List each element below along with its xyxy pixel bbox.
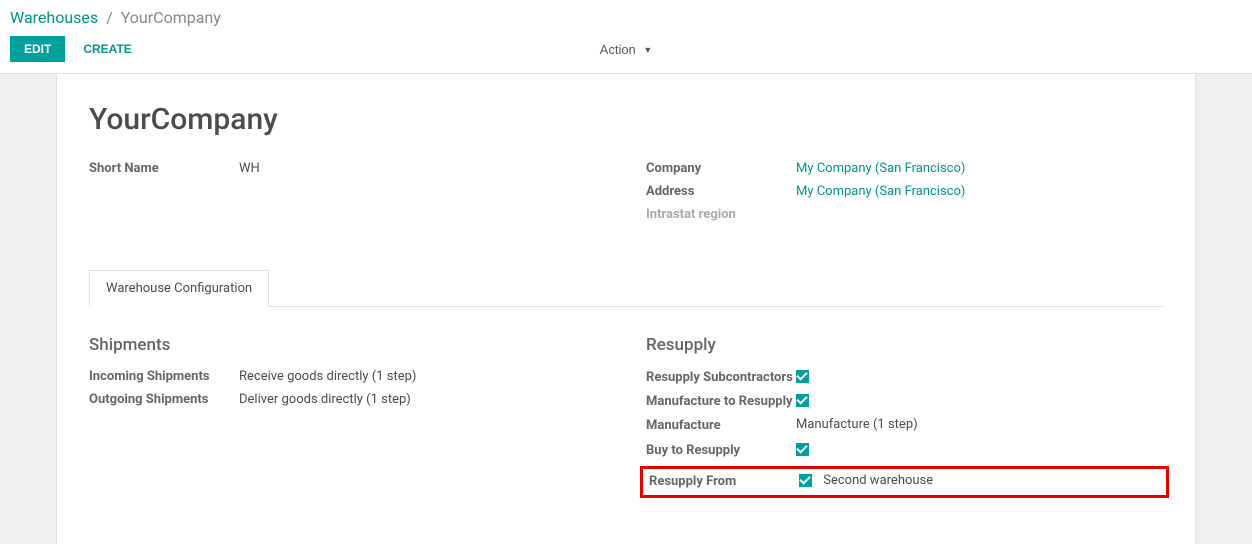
- outgoing-shipments-field: Outgoing Shipments Deliver goods directl…: [89, 392, 606, 407]
- buy-to-resupply-label: Buy to Resupply: [646, 442, 796, 460]
- topbar: Warehouses / YourCompany EDIT CREATE Act…: [0, 0, 1252, 74]
- manufacture-label: Manufacture: [646, 417, 796, 435]
- edit-button[interactable]: EDIT: [10, 36, 65, 62]
- resupply-subcontractors-field: Resupply Subcontractors: [646, 369, 1163, 387]
- incoming-shipments-value: Receive goods directly (1 step): [239, 369, 416, 384]
- resupply-from-checkbox[interactable]: [799, 474, 812, 487]
- short-name-label: Short Name: [89, 161, 239, 176]
- breadcrumb: Warehouses / YourCompany: [10, 8, 1242, 27]
- buy-to-resupply-checkbox[interactable]: [796, 443, 809, 456]
- left-column: Short Name WH: [89, 161, 606, 230]
- right-column: Company My Company (San Francisco) Addre…: [646, 161, 1163, 230]
- shipments-heading: Shipments: [89, 335, 606, 355]
- resupply-subcontractors-checkbox[interactable]: [796, 370, 809, 383]
- outgoing-shipments-value: Deliver goods directly (1 step): [239, 392, 411, 407]
- create-button[interactable]: CREATE: [79, 36, 135, 62]
- resupply-from-value: Second warehouse: [823, 473, 933, 488]
- breadcrumb-root[interactable]: Warehouses: [10, 8, 98, 27]
- manufacture-value: Manufacture (1 step): [796, 417, 918, 432]
- company-field: Company My Company (San Francisco): [646, 161, 1163, 176]
- shipments-section: Shipments Incoming Shipments Receive goo…: [89, 335, 606, 504]
- caret-down-icon: ▼: [643, 45, 652, 55]
- manufacture-to-resupply-field: Manufacture to Resupply: [646, 393, 1163, 411]
- intrastat-label: Intrastat region: [646, 207, 796, 222]
- action-label: Action: [600, 42, 636, 57]
- resupply-from-label: Resupply From: [649, 473, 799, 491]
- incoming-shipments-field: Incoming Shipments Receive goods directl…: [89, 369, 606, 384]
- incoming-shipments-label: Incoming Shipments: [89, 369, 239, 384]
- manufacture-field: Manufacture Manufacture (1 step): [646, 417, 1163, 435]
- intrastat-field: Intrastat region: [646, 207, 1163, 222]
- resupply-subcontractors-label: Resupply Subcontractors: [646, 369, 796, 387]
- tabs: Warehouse Configuration: [89, 270, 1163, 307]
- breadcrumb-sep: /: [102, 8, 117, 27]
- outgoing-shipments-label: Outgoing Shipments: [89, 392, 239, 407]
- action-dropdown[interactable]: Action ▼: [592, 36, 661, 63]
- buy-to-resupply-field: Buy to Resupply: [646, 442, 1163, 460]
- resupply-from-field: Resupply From Second warehouse: [640, 466, 1169, 498]
- short-name-value: WH: [239, 161, 260, 176]
- tab-warehouse-config[interactable]: Warehouse Configuration: [89, 270, 269, 307]
- short-name-field: Short Name WH: [89, 161, 606, 176]
- company-label: Company: [646, 161, 796, 176]
- tab-content: Shipments Incoming Shipments Receive goo…: [89, 307, 1163, 504]
- manufacture-to-resupply-checkbox[interactable]: [796, 394, 809, 407]
- field-columns: Short Name WH Company My Company (San Fr…: [89, 161, 1163, 230]
- breadcrumb-current: YourCompany: [121, 8, 221, 27]
- company-link[interactable]: My Company (San Francisco): [796, 161, 965, 176]
- toolbar: EDIT CREATE Action ▼: [10, 35, 1242, 63]
- resupply-heading: Resupply: [646, 335, 1163, 355]
- manufacture-to-resupply-label: Manufacture to Resupply: [646, 393, 796, 411]
- address-field: Address My Company (San Francisco): [646, 184, 1163, 199]
- address-label: Address: [646, 184, 796, 199]
- form-sheet: YourCompany Short Name WH Company My Com…: [56, 74, 1196, 544]
- address-link[interactable]: My Company (San Francisco): [796, 184, 965, 199]
- resupply-section: Resupply Resupply Subcontractors Manufac…: [646, 335, 1163, 504]
- page-title: YourCompany: [89, 102, 1163, 137]
